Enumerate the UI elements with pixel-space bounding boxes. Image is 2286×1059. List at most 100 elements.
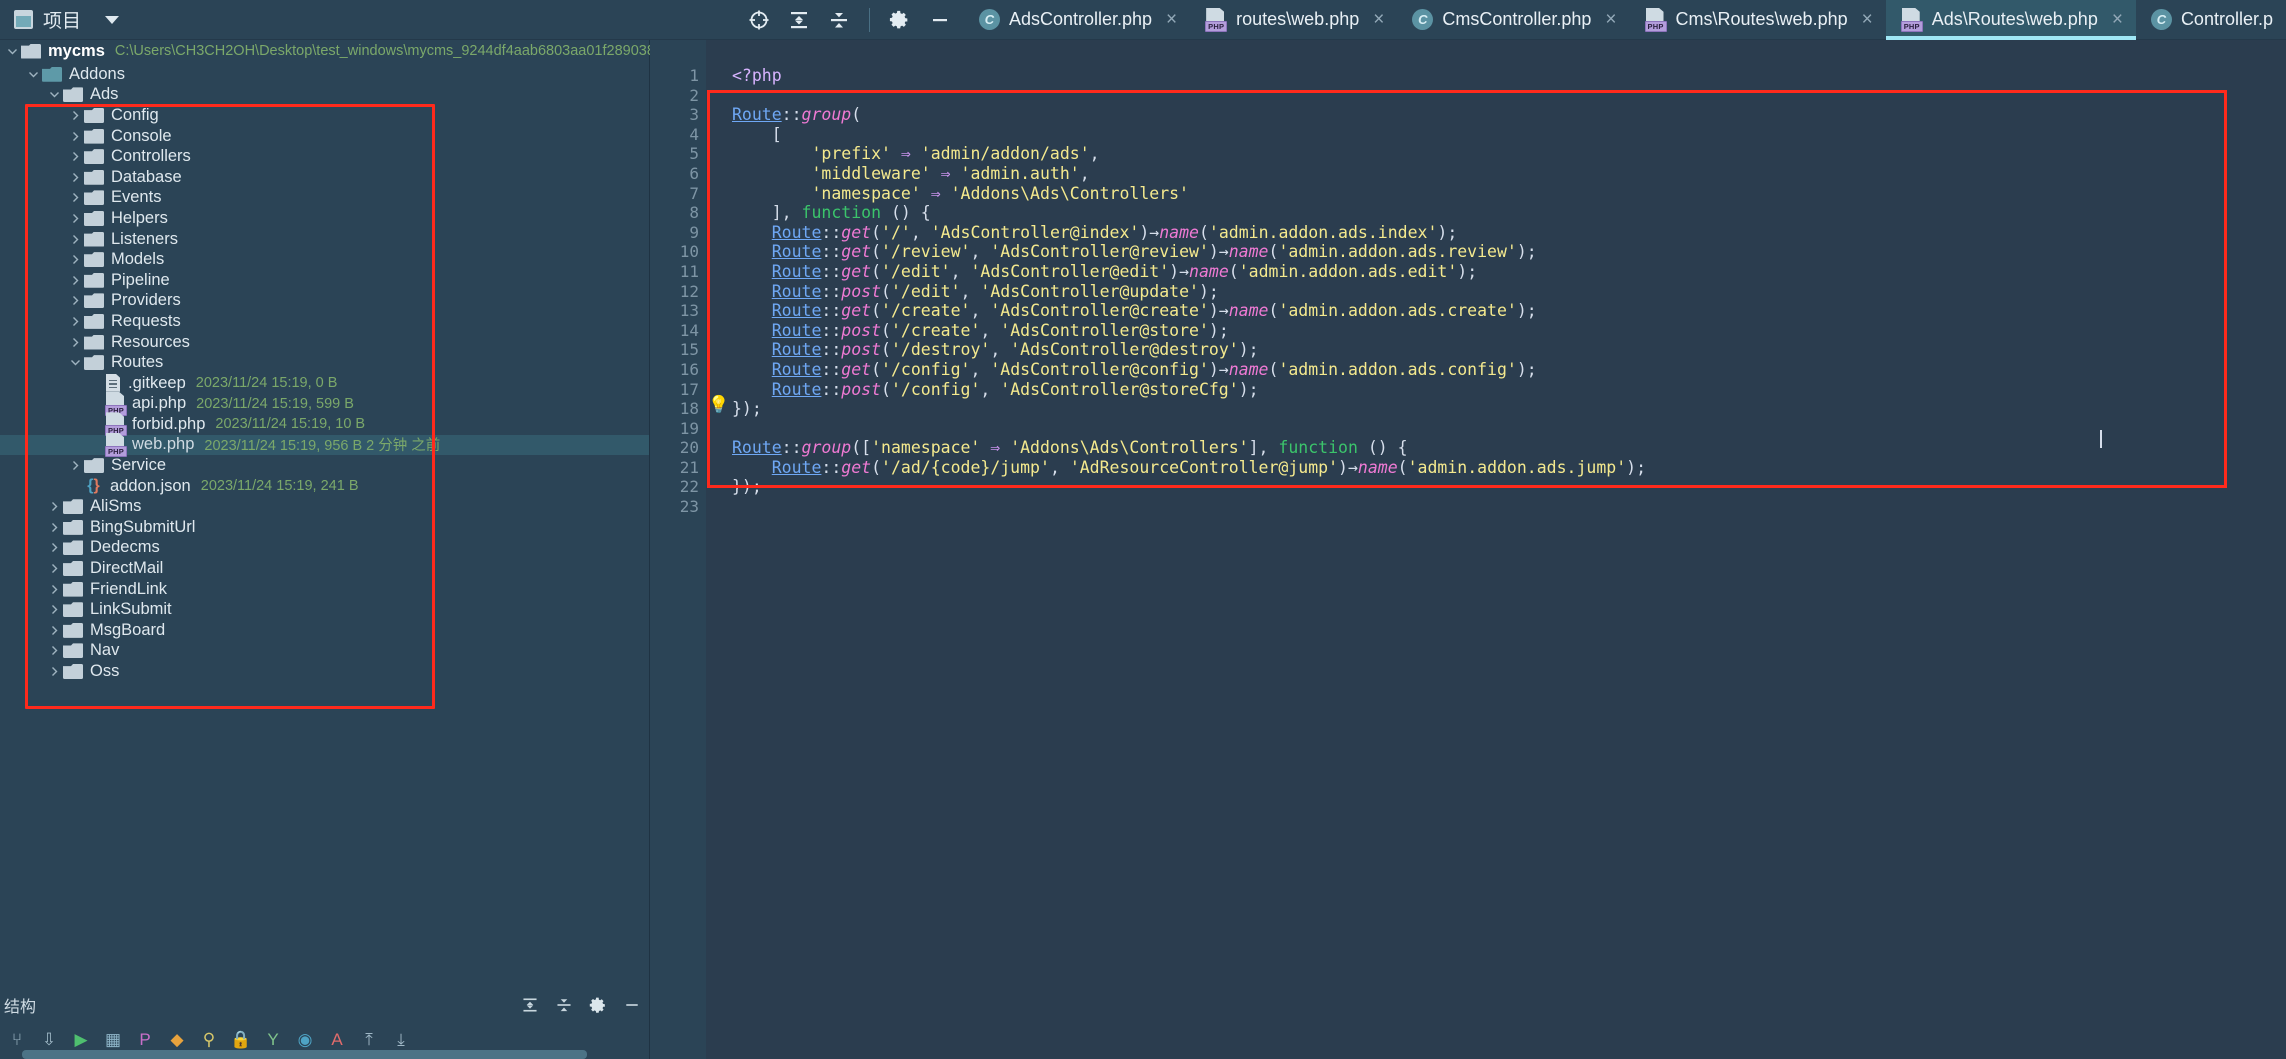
tree-row-folder[interactable]: Ads bbox=[0, 85, 649, 106]
settings-gear-icon[interactable] bbox=[581, 990, 615, 1020]
tab-controller[interactable]: C Controller.p bbox=[2136, 0, 2286, 40]
tree-row-folder[interactable]: Oss bbox=[0, 661, 649, 682]
chevron-right-icon[interactable] bbox=[67, 460, 84, 471]
file-tree[interactable]: Addons Ads Config Console Controllers Databas… bbox=[0, 62, 649, 989]
tree-row-folder[interactable]: Providers bbox=[0, 291, 649, 312]
chevron-right-icon[interactable] bbox=[46, 501, 63, 512]
tree-row-folder[interactable]: Requests bbox=[0, 311, 649, 332]
chevron-right-icon[interactable] bbox=[46, 584, 63, 595]
tab-cms-controller[interactable]: C CmsController.php × bbox=[1397, 0, 1629, 40]
tree-row-folder[interactable]: Events bbox=[0, 188, 649, 209]
chevron-right-icon[interactable] bbox=[46, 625, 63, 636]
code-editor[interactable]: 1 2 3 4 5 6 7 8 9 10 11 12 13 14 15 16 17 18 19 20 21 22 23 💡 … bbox=[650, 40, 2286, 1059]
tab-ads-routes-web[interactable]: PHP Ads\Routes\web.php × bbox=[1885, 0, 2137, 40]
locate-icon[interactable] bbox=[741, 2, 777, 38]
code-line[interactable]: ], function () { bbox=[732, 203, 2286, 223]
close-icon[interactable]: × bbox=[1862, 10, 1873, 29]
code-line[interactable]: Route::post('/destroy', 'AdsController@d… bbox=[732, 340, 2286, 360]
code-line[interactable]: [ bbox=[732, 125, 2286, 145]
settings-gear-icon[interactable] bbox=[882, 2, 918, 38]
tree-row-folder[interactable]: Listeners bbox=[0, 229, 649, 250]
code-line[interactable]: Route::get('/review', 'AdsController@rev… bbox=[732, 242, 2286, 262]
code-line[interactable]: Route::post('/create', 'AdsController@st… bbox=[732, 321, 2286, 341]
code-line[interactable]: Route::group(['namespace' ⇒ 'Addons\Ads\… bbox=[732, 438, 2286, 458]
chevron-down-icon[interactable] bbox=[25, 69, 42, 80]
tree-row-file[interactable]: PHP api.php 2023/11/24 15:19, 599 B bbox=[0, 391, 649, 416]
tab-cms-routes-web[interactable]: PHP Cms\Routes\web.php × bbox=[1630, 0, 1886, 40]
chevron-right-icon[interactable] bbox=[46, 645, 63, 656]
project-tool-window-button[interactable]: 项目 bbox=[0, 0, 133, 40]
tree-row-folder[interactable]: Database bbox=[0, 167, 649, 188]
tree-row-file[interactable]: .gitkeep 2023/11/24 15:19, 0 B bbox=[0, 373, 649, 394]
tree-row-folder[interactable]: MsgBoard bbox=[0, 620, 649, 641]
tree-row-folder[interactable]: DirectMail bbox=[0, 558, 649, 579]
tree-row-folder[interactable]: BingSubmitUrl bbox=[0, 517, 649, 538]
chevron-right-icon[interactable] bbox=[67, 151, 84, 162]
expand-all-icon[interactable] bbox=[513, 990, 547, 1020]
chevron-right-icon[interactable] bbox=[67, 295, 84, 306]
close-icon[interactable]: × bbox=[1166, 10, 1177, 29]
tree-row-file[interactable]: {} addon.json 2023/11/24 15:19, 241 B bbox=[0, 476, 649, 497]
collapse-all-icon[interactable] bbox=[547, 990, 581, 1020]
tree-row-folder[interactable]: Config bbox=[0, 105, 649, 126]
code-line[interactable]: Route::group( bbox=[732, 105, 2286, 125]
code-line[interactable]: Route::get('/', 'AdsController@index')→n… bbox=[732, 223, 2286, 243]
tree-row-folder[interactable]: Controllers bbox=[0, 146, 649, 167]
tree-row-folder[interactable]: Pipeline bbox=[0, 270, 649, 291]
code-line[interactable]: }); bbox=[732, 477, 2286, 497]
close-icon[interactable]: × bbox=[1373, 10, 1384, 29]
chevron-down-icon[interactable] bbox=[46, 89, 63, 100]
code-line[interactable]: Route::get('/create', 'AdsController@cre… bbox=[732, 301, 2286, 321]
code-line[interactable]: <?php bbox=[732, 66, 2286, 86]
chevron-down-icon[interactable] bbox=[67, 357, 84, 368]
chevron-right-icon[interactable] bbox=[67, 275, 84, 286]
code-line[interactable]: 'prefix' ⇒ 'admin/addon/ads', bbox=[732, 144, 2286, 164]
chevron-right-icon[interactable] bbox=[67, 316, 84, 327]
close-icon[interactable]: × bbox=[2112, 10, 2123, 29]
code-line[interactable]: Route::get('/config', 'AdsController@con… bbox=[732, 360, 2286, 380]
code-line[interactable]: Route::get('/edit', 'AdsController@edit'… bbox=[732, 262, 2286, 282]
tree-row-project-root[interactable]: mycms C:\Users\CH3CH2OH\Desktop\test_win… bbox=[0, 40, 727, 62]
chevron-right-icon[interactable] bbox=[46, 604, 63, 615]
tab-routes-web[interactable]: PHP routes\web.php × bbox=[1190, 0, 1397, 40]
tree-row-folder[interactable]: Helpers bbox=[0, 208, 649, 229]
tree-row-folder[interactable]: Resources bbox=[0, 332, 649, 353]
chevron-right-icon[interactable] bbox=[67, 131, 84, 142]
code-line[interactable]: Route::get('/ad/{code}/jump', 'AdResourc… bbox=[732, 458, 2286, 478]
chevron-right-icon[interactable] bbox=[46, 542, 63, 553]
chevron-down-icon[interactable] bbox=[4, 46, 21, 57]
chevron-right-icon[interactable] bbox=[67, 110, 84, 121]
intention-bulb-icon[interactable]: 💡 bbox=[708, 395, 729, 414]
chevron-right-icon[interactable] bbox=[67, 213, 84, 224]
tree-row-folder[interactable]: AliSms bbox=[0, 496, 649, 517]
tree-row-folder[interactable]: FriendLink bbox=[0, 579, 649, 600]
chevron-right-icon[interactable] bbox=[67, 192, 84, 203]
tree-row-folder[interactable]: Console bbox=[0, 126, 649, 147]
tree-row-folder[interactable]: Routes bbox=[0, 352, 649, 373]
scrollbar-thumb[interactable] bbox=[22, 1050, 587, 1059]
code-line[interactable] bbox=[732, 497, 2286, 517]
chevron-right-icon[interactable] bbox=[46, 666, 63, 677]
tree-row-folder[interactable]: LinkSubmit bbox=[0, 599, 649, 620]
tree-row-folder[interactable]: Models bbox=[0, 249, 649, 270]
chevron-right-icon[interactable] bbox=[67, 234, 84, 245]
tree-row-folder[interactable]: Addons bbox=[0, 64, 649, 85]
minimize-icon[interactable] bbox=[922, 2, 958, 38]
code-folding-column[interactable]: 💡 bbox=[706, 40, 732, 1059]
tree-row-file[interactable]: PHP forbid.php 2023/11/24 15:19, 10 B bbox=[0, 412, 649, 437]
code-line[interactable]: 'namespace' ⇒ 'Addons\Ads\Controllers' bbox=[732, 184, 2286, 204]
code-line[interactable]: }); bbox=[732, 399, 2286, 419]
hide-icon[interactable] bbox=[615, 990, 649, 1020]
close-icon[interactable]: × bbox=[1605, 10, 1616, 29]
chevron-down-icon[interactable] bbox=[105, 15, 120, 24]
chevron-right-icon[interactable] bbox=[46, 563, 63, 574]
chevron-right-icon[interactable] bbox=[67, 337, 84, 348]
code-line[interactable]: 'middleware' ⇒ 'admin.auth', bbox=[732, 164, 2286, 184]
code-line[interactable] bbox=[732, 86, 2286, 106]
tree-row-folder[interactable]: Dedecms bbox=[0, 538, 649, 559]
collapse-all-icon[interactable] bbox=[821, 2, 857, 38]
code-content[interactable]: <?php Route::group( [ 'prefix' ⇒ 'admin/… bbox=[732, 40, 2286, 1059]
chevron-right-icon[interactable] bbox=[46, 522, 63, 533]
code-line[interactable]: Route::post('/config', 'AdsController@st… bbox=[732, 380, 2286, 400]
tab-ads-controller[interactable]: C AdsController.php × bbox=[964, 0, 1190, 40]
